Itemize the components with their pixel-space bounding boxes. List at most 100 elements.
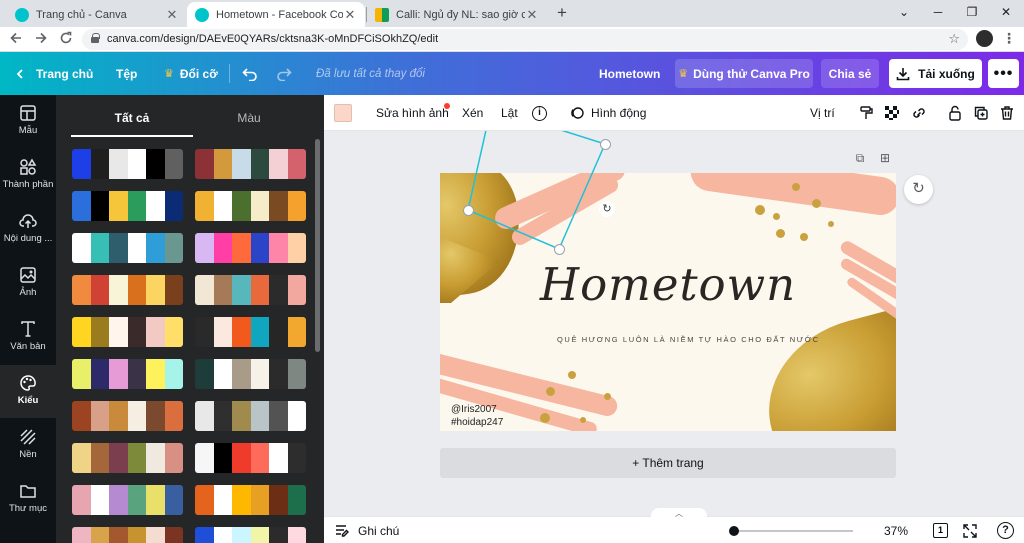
restore-button[interactable]: ❐: [954, 0, 990, 27]
home-link[interactable]: Trang chủ: [14, 52, 93, 95]
color-palette[interactable]: [195, 149, 306, 179]
palette-swatch: [72, 359, 91, 389]
rail-item-folders[interactable]: Thư mục: [0, 473, 56, 526]
rail-item-styles[interactable]: Kiểu: [0, 365, 56, 418]
duplicate-button[interactable]: [973, 95, 989, 131]
browser-menu-icon[interactable]: ⋮: [1000, 29, 1018, 47]
gold-brush-bottom-right[interactable]: [749, 303, 896, 431]
panel-scrollbar[interactable]: [315, 139, 320, 352]
file-menu[interactable]: Tệp: [116, 52, 137, 95]
rail-item-background[interactable]: Nền: [0, 419, 56, 472]
info-button[interactable]: i: [532, 95, 547, 131]
undo-button[interactable]: [242, 52, 258, 95]
color-palette[interactable]: [72, 527, 183, 543]
color-palette[interactable]: [195, 317, 306, 347]
lock-button[interactable]: [947, 95, 963, 131]
zoom-slider-track[interactable]: [733, 530, 853, 532]
resize-handle-left[interactable]: [463, 205, 474, 216]
design-subtitle[interactable]: QUÊ HƯƠNG LUÔN LÀ NIỀM TỰ HÀO CHO ĐẤT NƯ…: [557, 335, 820, 344]
browser-tab-3[interactable]: Calli: Ngủ đy NL: sao giờ chua ng ✕: [367, 2, 547, 27]
color-palette[interactable]: [195, 485, 306, 515]
page-count-button[interactable]: 1: [933, 523, 948, 538]
tab-all[interactable]: Tất cả: [71, 111, 193, 125]
color-palette[interactable]: [195, 359, 306, 389]
share-button[interactable]: Chia sẻ: [821, 59, 879, 88]
minimize-button[interactable]: ─: [920, 0, 956, 27]
zoom-level[interactable]: 37%: [884, 517, 908, 543]
help-button[interactable]: ?: [997, 517, 1014, 543]
rail-item-text[interactable]: Văn bản: [0, 311, 56, 364]
credit-handle[interactable]: @Iris2007: [451, 404, 497, 415]
color-palette[interactable]: [195, 527, 306, 543]
fullscreen-button[interactable]: [963, 517, 977, 543]
browser-tab-2[interactable]: Hometown - Facebook Cover ✕: [187, 2, 365, 27]
rotate-icon[interactable]: ↻: [599, 201, 615, 217]
color-palette[interactable]: [195, 401, 306, 431]
color-palette[interactable]: [195, 191, 306, 221]
add-page-button[interactable]: + Thêm trang: [440, 448, 896, 478]
design-page[interactable]: Hometown QUÊ HƯƠNG LUÔN LÀ NIỀM TỰ HÀO C…: [440, 173, 896, 431]
forward-button[interactable]: [31, 30, 51, 50]
color-palette[interactable]: [195, 443, 306, 473]
palette-swatch: [90, 275, 109, 305]
color-palette[interactable]: [72, 359, 183, 389]
show-pages-chevron-icon[interactable]: ︿: [651, 508, 707, 520]
download-label: Tải xuống: [918, 66, 975, 81]
color-palette[interactable]: [72, 191, 183, 221]
palette-swatch: [195, 527, 214, 543]
edit-image-button[interactable]: Sửa hình ảnh: [376, 95, 449, 131]
url-field[interactable]: canva.com/design/DAEvE0QYARs/cktsna3K-oM…: [82, 29, 968, 50]
color-palette[interactable]: [72, 149, 183, 179]
window-close-button[interactable]: ✕: [988, 0, 1024, 27]
redo-button[interactable]: [276, 52, 292, 95]
duplicate-page-icon[interactable]: ⧉: [852, 151, 868, 167]
animate-button[interactable]: Hình động: [569, 95, 646, 131]
notes-icon: [336, 524, 349, 537]
credit-hashtag[interactable]: #hoidap247: [451, 417, 503, 428]
color-palette[interactable]: [195, 275, 306, 305]
delete-button[interactable]: [999, 95, 1015, 131]
color-palette[interactable]: [72, 485, 183, 515]
position-button[interactable]: Vị trí: [810, 95, 835, 131]
more-options-button[interactable]: •••: [988, 59, 1019, 88]
rail-item-templates[interactable]: Mẫu: [0, 95, 56, 148]
back-button[interactable]: [6, 30, 26, 50]
color-swatch[interactable]: [334, 104, 352, 122]
rail-item-elements[interactable]: Thành phần: [0, 149, 56, 202]
design-title[interactable]: Hometown: [440, 258, 896, 311]
tab-colors[interactable]: Màu: [188, 111, 310, 125]
rail-item-uploads[interactable]: Nội dung ...: [0, 203, 56, 256]
notes-button[interactable]: Ghi chú: [334, 517, 399, 543]
resize-button[interactable]: ♛ Đổi cỡ: [164, 52, 218, 95]
tab-close-icon[interactable]: ✕: [343, 7, 357, 23]
color-palette[interactable]: [72, 401, 183, 431]
rail-item-photos[interactable]: Ảnh: [0, 257, 56, 310]
transparency-button[interactable]: [884, 95, 900, 131]
bookmark-star-icon[interactable]: ☆: [948, 31, 960, 47]
color-palette[interactable]: [72, 443, 183, 473]
flip-button[interactable]: Lật: [501, 95, 518, 131]
reload-button[interactable]: [56, 30, 76, 50]
rotate-handle-right[interactable]: [600, 139, 611, 150]
tab-close-icon[interactable]: ✕: [165, 7, 179, 23]
tab-search-button[interactable]: ⌄: [886, 0, 922, 27]
zoom-slider-thumb[interactable]: [729, 526, 739, 536]
link-button[interactable]: [910, 95, 928, 131]
color-palette[interactable]: [72, 233, 183, 263]
browser-tab-1[interactable]: Trang chủ - Canva ✕: [7, 2, 187, 27]
color-palette[interactable]: [72, 275, 183, 305]
add-page-icon[interactable]: ⊞: [877, 151, 893, 167]
palette-swatch: [213, 149, 232, 179]
regenerate-icon[interactable]: ↻: [904, 175, 933, 204]
try-pro-button[interactable]: ♛ Dùng thử Canva Pro: [675, 59, 813, 88]
color-palette[interactable]: [72, 317, 183, 347]
document-title[interactable]: Hometown: [599, 52, 660, 95]
paint-format-button[interactable]: [858, 95, 874, 131]
color-palette[interactable]: [195, 233, 306, 263]
new-tab-button[interactable]: +: [552, 3, 572, 23]
profile-avatar[interactable]: [976, 30, 993, 47]
download-button[interactable]: Tải xuống: [889, 59, 982, 88]
resize-handle-bottom[interactable]: [554, 244, 565, 255]
crop-button[interactable]: Xén: [462, 95, 483, 131]
tab-close-icon[interactable]: ✕: [525, 7, 539, 23]
